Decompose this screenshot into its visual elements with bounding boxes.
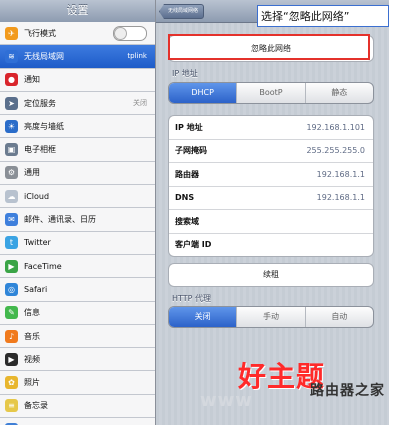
mail-icon: ✉: [5, 213, 18, 227]
sidebar-item-label: 信息: [24, 308, 40, 318]
sidebar-item-label: 照片: [24, 378, 40, 388]
sidebar-item[interactable]: ≋ 无线局域网 tplink: [0, 45, 155, 69]
sidebar-item[interactable]: ▣ 电子相框: [0, 138, 155, 162]
sidebar-item[interactable]: ≡ 备忘录: [0, 394, 155, 419]
ip-mode-segment[interactable]: BootP: [237, 83, 306, 103]
twitter-icon: t: [5, 236, 18, 250]
sidebar-item[interactable]: ✉ 邮件、通讯录、日历: [0, 208, 155, 232]
ip-info-table: IP 地址 192.168.1.101 子网掩码 255.255.255.0 路由器 19…: [168, 115, 374, 257]
proxy-mode-segment[interactable]: 手动: [237, 307, 306, 327]
ip-mode-segment[interactable]: 静态: [306, 83, 373, 103]
sidebar-item-label: 定位服务: [24, 98, 56, 108]
sidebar-item[interactable]: ⚙ 通用: [0, 161, 155, 186]
sidebar-item[interactable]: AStore: [0, 418, 155, 425]
sidebar-item-label: Twitter: [24, 238, 51, 248]
info-row-key: 子网掩码: [175, 146, 207, 156]
sidebar-list: ✈ 飞行模式 ≋ 无线局域网 tplink ● 通知 ➤ 定位服务 关闭 ☀ 亮度与墙纸 ▣ 电子相框 ⚙ 通…: [0, 22, 155, 425]
sidebar-item-label: 无线局域网: [24, 51, 64, 61]
messages-icon: ✎: [5, 306, 18, 320]
sidebar-item-value: tplink: [127, 52, 147, 61]
highlight-box: [168, 34, 370, 60]
proxy-mode-segmented-control: 关闭 手动 自动: [168, 306, 374, 328]
info-row: 子网掩码 255.255.255.0: [169, 140, 373, 163]
proxy-mode-segment[interactable]: 自动: [306, 307, 373, 327]
info-row[interactable]: 搜索域: [169, 210, 373, 234]
music-icon: ♪: [5, 329, 18, 343]
info-row-value: 192.168.1.101: [306, 122, 365, 132]
gear-icon: ⚙: [5, 166, 18, 180]
sidebar-item[interactable]: t Twitter: [0, 231, 155, 255]
cloud-icon: ☁: [5, 189, 18, 203]
settings-sidebar: 设置 ✈ 飞行模式 ≋ 无线局域网 tplink ● 通知 ➤ 定位服务 关闭 ☀ 亮度与墙纸 ▣ 电子相…: [0, 0, 156, 425]
sidebar-item[interactable]: ● 通知: [0, 68, 155, 92]
sidebar-item[interactable]: ☁ iCloud: [0, 185, 155, 209]
sidebar-item-label: FaceTime: [24, 261, 62, 271]
sidebar-title: 设置: [0, 0, 155, 23]
sidebar-item-label: Safari: [24, 284, 48, 294]
wifi-icon: ≋: [5, 49, 18, 63]
info-row-key: 路由器: [175, 169, 199, 179]
info-row-value: 192.168.1.1: [316, 169, 365, 179]
back-button[interactable]: 无线局域网络: [159, 4, 205, 19]
sidebar-item[interactable]: ▶ FaceTime: [0, 254, 155, 279]
sidebar-item[interactable]: ✈ 飞行模式: [0, 22, 155, 46]
sidebar-item-label: 通用: [24, 168, 40, 178]
sidebar-item-label: 视频: [24, 354, 40, 364]
ip-mode-segmented-control: DHCP BootP 静态: [168, 82, 374, 104]
safari-icon: ◎: [5, 282, 18, 296]
info-row-key: IP 地址: [175, 122, 203, 132]
notifications-icon: ●: [5, 73, 18, 87]
info-row-key: DNS: [175, 193, 195, 203]
sidebar-item[interactable]: ➤ 定位服务 关闭: [0, 91, 155, 116]
ip-mode-segment[interactable]: DHCP: [169, 83, 238, 103]
sidebar-item-label: 电子相框: [24, 145, 56, 155]
info-row: IP 地址 192.168.1.101: [169, 116, 373, 140]
sidebar-item[interactable]: ◎ Safari: [0, 278, 155, 302]
sidebar-item[interactable]: ▶ 视频: [0, 348, 155, 372]
notes-icon: ≡: [5, 399, 18, 413]
info-row[interactable]: 客户端 ID: [169, 234, 373, 257]
sidebar-item-label: 通知: [24, 75, 40, 85]
airplane-icon: ✈: [5, 26, 18, 40]
sidebar-item-label: 音乐: [24, 331, 40, 341]
sidebar-item-label: iCloud: [24, 191, 50, 201]
sidebar-item[interactable]: ♪ 音乐: [0, 324, 155, 349]
info-row-key: 搜索域: [175, 216, 199, 226]
photos-icon: ✿: [5, 376, 18, 390]
sidebar-item-value: 关闭: [133, 99, 147, 108]
screenshot-margin: [389, 0, 416, 425]
info-row-value: 192.168.1.1: [316, 193, 365, 203]
ip-section-label: IP 地址: [172, 69, 198, 78]
picture-frame-icon: ▣: [5, 143, 18, 157]
sidebar-item[interactable]: ✎ 信息: [0, 301, 155, 325]
watermark-subtitle: 路由器之家: [310, 383, 385, 399]
info-row-value: 255.255.255.0: [306, 146, 365, 156]
airplane-mode-toggle[interactable]: [113, 25, 147, 41]
info-row: 路由器 192.168.1.1: [169, 163, 373, 187]
facetime-icon: ▶: [5, 259, 18, 273]
renew-lease-button[interactable]: 续租: [168, 263, 374, 287]
brightness-icon: ☀: [5, 119, 18, 133]
sidebar-item-label: 邮件、通讯录、日历: [24, 215, 96, 225]
sidebar-item[interactable]: ✿ 照片: [0, 371, 155, 395]
instruction-callout: 选择“忽略此网络”: [257, 5, 389, 27]
sidebar-item-label: 亮度与墙纸: [24, 121, 64, 131]
sidebar-item-label: 备忘录: [24, 401, 48, 411]
info-row: DNS 192.168.1.1: [169, 187, 373, 210]
sidebar-item[interactable]: ☀ 亮度与墙纸: [0, 115, 155, 139]
proxy-section-label: HTTP 代理: [172, 294, 212, 303]
sidebar-item-label: 飞行模式: [24, 28, 56, 38]
proxy-mode-segment[interactable]: 关闭: [169, 307, 238, 327]
video-icon: ▶: [5, 352, 18, 366]
info-row-key: 客户端 ID: [175, 240, 212, 250]
location-icon: ➤: [5, 96, 18, 110]
watermark-site: www: [200, 390, 253, 411]
